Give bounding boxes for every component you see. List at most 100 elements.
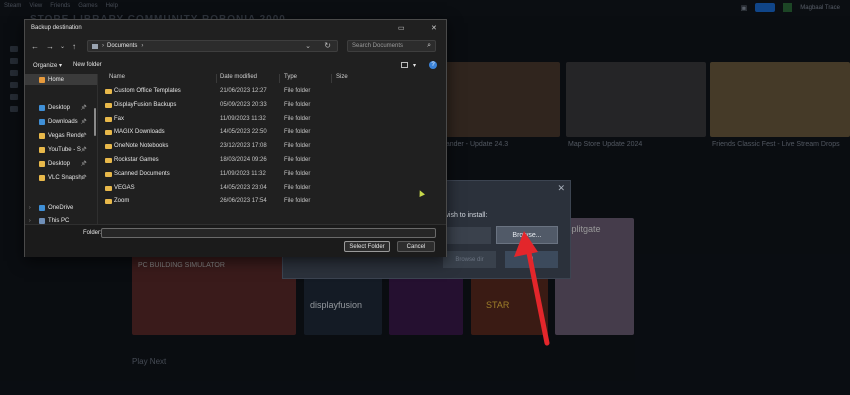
column-header-type[interactable]: Type	[284, 74, 297, 83]
avatar[interactable]	[783, 3, 793, 12]
nav-item[interactable]: Downloads 📌	[25, 116, 97, 127]
notifications-button[interactable]	[755, 3, 776, 12]
new-folder-button[interactable]: New folder	[73, 62, 102, 68]
select-folder-button[interactable]: Select Folder	[344, 241, 390, 252]
tile-label: splitgate	[567, 224, 601, 234]
file-row[interactable]: Rockstar Games 18/03/2024 09:26 File folde…	[103, 155, 433, 168]
sidebar-icon[interactable]	[10, 70, 18, 76]
file-name: Rockstar Games	[114, 157, 159, 163]
folder-icon	[39, 132, 45, 139]
tile-label: displayfusion	[310, 300, 363, 310]
column-header-name[interactable]: Name	[109, 74, 125, 83]
column-divider[interactable]	[216, 74, 217, 83]
nav-item[interactable]: Vegas Rende 📌	[25, 130, 97, 141]
nav-item[interactable]: Home	[25, 74, 97, 85]
forward-arrow-icon[interactable]: →	[46, 42, 54, 51]
column-header-date[interactable]: Date modified	[220, 74, 257, 83]
steam-menu-item[interactable]: Friends	[50, 3, 70, 9]
chevron-down-icon[interactable]: ⌄	[305, 42, 311, 50]
file-row[interactable]: OneNote Notebooks 23/12/2023 17:08 File fo…	[103, 141, 433, 154]
file-type: File folder	[284, 198, 311, 205]
pin-icon: 📌	[80, 146, 87, 153]
nav-item[interactable]: Desktop 📌	[25, 158, 97, 169]
sidebar-icon[interactable]	[10, 106, 18, 112]
file-row[interactable]: Scanned Documents 11/09/2023 11:32 File fo…	[103, 169, 433, 182]
file-type: File folder	[284, 129, 311, 136]
nav-item-label: YouTube - S	[48, 146, 81, 153]
folder-icon	[39, 217, 45, 224]
sidebar-icon[interactable]	[10, 94, 18, 100]
steam-menu-item[interactable]: View	[29, 3, 42, 9]
folder-icon	[105, 89, 112, 94]
tile-label: Friends Classic Fest - Live Stream Drops	[712, 141, 840, 148]
nav-item-label: This PC	[48, 217, 70, 224]
file-name: Custom Office Templates	[114, 88, 181, 94]
steam-account-area: ▣ Magbaal Trace	[741, 3, 840, 12]
cancel-button[interactable]: Cancel	[397, 241, 435, 252]
game-tile[interactable]	[389, 277, 463, 335]
folder-icon	[92, 43, 98, 49]
file-row[interactable]: MAGIX Downloads 14/05/2023 22:50 File fold…	[103, 127, 433, 140]
nav-item-label: Desktop	[48, 104, 71, 111]
breadcrumb-separator: ›	[102, 43, 104, 49]
file-row[interactable]: VEGAS 14/05/2023 23:04 File folder	[103, 183, 433, 196]
file-row[interactable]: Fax 11/09/2023 11:32 File folder	[103, 114, 433, 127]
sidebar-icon[interactable]	[10, 46, 18, 52]
refresh-icon[interactable]: ↻	[324, 41, 331, 50]
nav-item[interactable]: VLC Snapsho 📌	[25, 172, 97, 183]
file-type: File folder	[284, 184, 311, 191]
nav-pane-scrollbar[interactable]	[94, 108, 96, 136]
game-tile[interactable]	[710, 62, 850, 137]
search-input[interactable]: Search Documents ⌕	[347, 40, 436, 52]
file-list: Name Date modified Type Size Custom Offi…	[103, 74, 443, 224]
folder-icon	[39, 204, 45, 211]
address-bar[interactable]: › Documents › ⌄ ↻	[87, 40, 338, 52]
folder-icon	[105, 102, 112, 108]
organize-menu[interactable]: Organize ▾	[33, 62, 62, 69]
secondary-button[interactable]: Browse dir	[443, 251, 496, 268]
breadcrumb-documents[interactable]: Documents	[107, 43, 137, 49]
file-name: Zoom	[114, 198, 130, 205]
file-row[interactable]: DisplayFusion Backups 05/09/2023 20:33 Fil…	[103, 100, 433, 113]
pin-icon: 📌	[80, 118, 87, 125]
chevron-down-icon[interactable]: ⌄	[60, 43, 65, 50]
chevron-down-icon[interactable]: ▾	[413, 62, 416, 69]
folder-input[interactable]	[101, 228, 436, 238]
nav-item[interactable]: Desktop 📌	[25, 102, 97, 113]
column-header-size[interactable]: Size	[336, 74, 348, 83]
up-arrow-icon[interactable]: ↑	[72, 42, 76, 51]
close-icon[interactable]: ✕	[557, 183, 565, 194]
file-row[interactable]: Zoom 26/06/2023 17:54 File folder	[103, 196, 433, 209]
help-icon[interactable]: ?	[429, 61, 437, 69]
file-name: Scanned Documents	[114, 170, 170, 177]
window-icon[interactable]: ▭	[398, 24, 405, 32]
dialog-footer: Folder: Select Folder Cancel	[25, 224, 446, 257]
steam-menu-item[interactable]: Steam	[4, 3, 21, 9]
column-divider[interactable]	[279, 74, 280, 83]
file-row[interactable]: Custom Office Templates 21/06/2023 12:27 F…	[103, 86, 433, 99]
nav-item[interactable]: YouTube - S 📌	[25, 144, 97, 155]
view-options-icon[interactable]	[401, 62, 408, 68]
install-path-field[interactable]	[443, 227, 491, 244]
tile-label: ...ander - Update 24.3	[440, 141, 509, 148]
column-divider[interactable]	[331, 74, 332, 83]
file-type: File folder	[284, 101, 311, 108]
game-tile[interactable]	[438, 62, 560, 137]
sidebar-icon[interactable]	[10, 58, 18, 64]
chevron-right-icon[interactable]: ›	[29, 218, 31, 224]
steam-menu-item[interactable]: Games	[78, 3, 97, 9]
command-bar: Organize ▾ New folder ▾ ?	[25, 60, 446, 72]
back-arrow-icon[interactable]: ←	[31, 42, 39, 51]
username[interactable]: Magbaal Trace	[800, 5, 840, 11]
file-date: 11/09/2023 11:32	[220, 170, 266, 177]
broadcast-icon[interactable]: ▣	[741, 4, 748, 12]
nav-item[interactable]: › OneDrive	[25, 202, 97, 213]
sidebar-icon[interactable]	[10, 82, 18, 88]
folder-icon	[39, 160, 45, 167]
nav-item-label: OneDrive	[48, 204, 74, 211]
steam-menu-item[interactable]: Help	[106, 3, 118, 9]
chevron-right-icon[interactable]: ›	[29, 205, 31, 211]
nav-item-label: Home	[48, 76, 65, 83]
close-icon[interactable]: ✕	[431, 24, 437, 32]
game-tile[interactable]	[566, 62, 706, 137]
